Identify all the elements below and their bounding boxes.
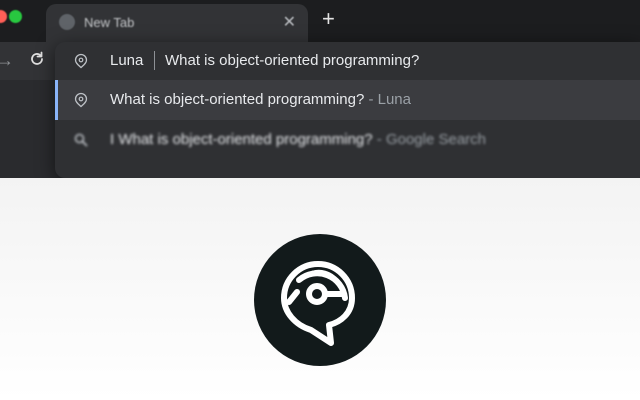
tab-strip: New Tab ✕ + bbox=[0, 0, 640, 42]
luna-icon bbox=[74, 92, 88, 108]
suggestion-luna[interactable]: What is object-oriented programming? - L… bbox=[55, 80, 640, 120]
search-icon bbox=[74, 133, 88, 147]
tab-favicon-icon bbox=[59, 14, 75, 30]
omnibox-keyword: Luna bbox=[110, 52, 144, 69]
close-icon[interactable]: ✕ bbox=[283, 12, 296, 32]
omnibox-input[interactable]: Luna What is object-oriented programming… bbox=[55, 42, 640, 80]
omnibox-query[interactable]: What is object-oriented programming? bbox=[165, 52, 419, 69]
omnibox-separator bbox=[154, 51, 155, 70]
tab-new-tab[interactable]: New Tab ✕ bbox=[46, 4, 308, 42]
window-close-dot[interactable] bbox=[0, 10, 7, 23]
suggestion-google-search[interactable]: I What is object-oriented programming? -… bbox=[55, 120, 640, 160]
luna-logo-icon bbox=[254, 234, 386, 366]
selected-indicator bbox=[55, 80, 58, 120]
reload-icon[interactable] bbox=[28, 50, 46, 73]
suggestion-main: I What is object-oriented programming? bbox=[110, 131, 373, 148]
suggestion-text: What is object-oriented programming? - L… bbox=[110, 91, 411, 108]
arrow-right-icon[interactable]: → bbox=[0, 50, 14, 71]
plus-icon[interactable]: + bbox=[322, 8, 335, 30]
suggestion-source: - Luna bbox=[364, 91, 411, 108]
suggestion-main: What is object-oriented programming? bbox=[110, 91, 365, 108]
browser-chrome: New Tab ✕ + → Luna What is object-orient… bbox=[0, 0, 640, 178]
suggestion-text: I What is object-oriented programming? -… bbox=[110, 131, 486, 148]
tab-title: New Tab bbox=[84, 15, 135, 30]
suggestion-source: - Google Search bbox=[372, 131, 487, 148]
omnibox-dropdown: Luna What is object-oriented programming… bbox=[55, 42, 640, 178]
window-maximize-dot[interactable] bbox=[9, 10, 22, 23]
luna-icon bbox=[74, 53, 88, 69]
